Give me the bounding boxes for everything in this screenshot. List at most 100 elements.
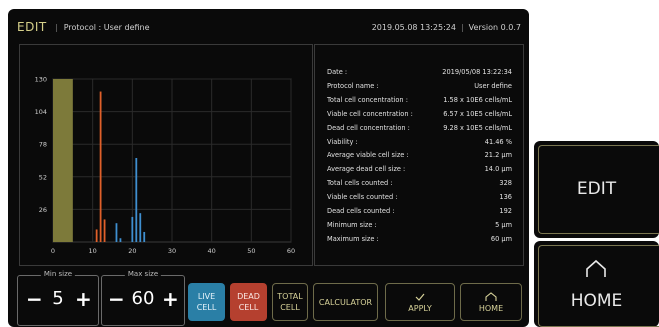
histogram-chart: 0 10 20 30 40 50 60 26 52 78 104 130	[35, 76, 296, 256]
result-value: 136	[499, 193, 512, 202]
side-home-icon	[586, 259, 606, 277]
header-status: 2019.05.08 13:25:24 | Version 0.0.7	[371, 23, 521, 32]
side-home-button[interactable]: HOME	[534, 241, 659, 327]
result-row: Viability : 41.46 %	[327, 138, 512, 150]
result-label: Viability :	[327, 137, 358, 146]
result-value: 328	[499, 179, 512, 188]
x-tick-label: 40	[208, 247, 216, 255]
x-tick-label: 50	[247, 247, 255, 255]
result-row: Dead cell concentration : 9.28 x 10E5 cel…	[327, 124, 512, 136]
y-tick-label: 52	[39, 173, 47, 181]
live-cell-bar	[131, 216, 134, 242]
result-label: Total cells counted :	[327, 179, 393, 188]
apply-button[interactable]: APPLY	[385, 283, 455, 321]
check-icon	[415, 293, 425, 301]
max-size-decrement-button[interactable]: −	[108, 289, 125, 309]
min-size-increment-button[interactable]: +	[75, 289, 92, 309]
result-value: 21.2 µm	[484, 151, 512, 160]
y-tick-label: 104	[35, 108, 47, 116]
result-value: 2019/05/08 13:22:34	[442, 68, 512, 76]
result-label: Dead cell concentration :	[327, 123, 410, 132]
y-tick-label: 130	[35, 76, 47, 84]
result-label: Maximum size :	[327, 234, 379, 243]
live-cell-bar	[115, 223, 118, 242]
result-value: 192	[499, 207, 512, 215]
result-label: Average dead cell size :	[327, 165, 406, 174]
dead-cell-button[interactable]: DEAD CELL	[230, 283, 267, 321]
live-cell-bar	[139, 213, 142, 242]
x-tick-label: 60	[287, 247, 295, 255]
live-cell-label-1: LIVE	[197, 292, 216, 301]
live-cell-label-2: CELL	[196, 303, 217, 312]
y-tick-label: 78	[39, 141, 47, 149]
result-row: Average dead cell size : 14.0 µm	[327, 165, 512, 177]
result-label: Dead cells counted :	[327, 207, 395, 215]
result-row: Total cells counted : 328	[327, 179, 512, 191]
home-label: HOME	[478, 303, 504, 313]
result-row: Protocol name : User define	[327, 82, 512, 94]
result-value: User define	[474, 81, 512, 90]
total-cell-label-1: TOTAL	[277, 292, 303, 301]
side-home-label: HOME	[570, 291, 623, 311]
result-value: 9.28 x 10E5 cells/mL	[443, 123, 512, 132]
result-value: 60 µm	[490, 234, 512, 243]
y-tick-label: 26	[39, 206, 47, 214]
result-value: 14.0 µm	[484, 165, 512, 174]
result-row: Average viable cell size : 21.2 µm	[327, 151, 512, 163]
side-home-frame	[538, 245, 659, 327]
result-row: Maximum size : 60 µm	[327, 235, 512, 247]
min-size-label: Min size	[40, 270, 76, 278]
max-size-increment-button[interactable]: +	[162, 289, 179, 309]
header-bar: EDIT | Protocol : User define 2019.05.08 …	[8, 9, 529, 46]
protocol-text: Protocol : User define	[63, 23, 150, 32]
apply-label: APPLY	[408, 303, 432, 313]
result-row: Minimum size : 5 µm	[327, 221, 512, 233]
total-cell-button[interactable]: TOTAL CELL	[272, 283, 308, 321]
calculator-button[interactable]: CALCULATOR	[313, 283, 378, 321]
min-size-value: 5	[52, 288, 64, 309]
x-tick-label: 0	[51, 247, 55, 255]
home-button[interactable]: HOME	[460, 283, 522, 321]
side-edit-button[interactable]: EDIT	[534, 141, 659, 238]
result-label: Viable cell concentration :	[327, 109, 413, 118]
min-size-stepper: Min size − 5 +	[17, 270, 99, 326]
result-label: Average viable cell size :	[327, 151, 409, 160]
x-tick-label: 20	[128, 247, 136, 255]
live-cell-bar	[119, 238, 122, 242]
result-row: Total cell concentration : 1.58 x 10E6 ce…	[327, 96, 512, 108]
result-label: Date :	[327, 68, 348, 76]
live-cell-button[interactable]: LIVE CELL	[188, 283, 225, 321]
dead-cell-label-2: CELL	[238, 303, 259, 312]
result-value: 41.46 %	[484, 137, 512, 146]
result-label: Minimum size :	[327, 220, 377, 229]
protocol-label: | Protocol : User define	[55, 23, 150, 32]
home-icon	[485, 291, 497, 301]
max-size-stepper: Max size − 60 +	[101, 270, 185, 326]
result-value: 1.58 x 10E6 cells/mL	[443, 95, 512, 104]
dead-cell-bar	[103, 219, 106, 242]
datetime: 2019.05.08 13:25:24	[371, 23, 456, 32]
result-value: 6.57 x 10E5 cells/mL	[443, 109, 512, 118]
histogram-panel: 0 10 20 30 40 50 60 26 52 78 104 130	[19, 44, 313, 266]
min-size-decrement-button[interactable]: −	[26, 289, 43, 309]
total-cell-bar	[53, 79, 73, 242]
result-label: Protocol name :	[327, 81, 379, 90]
x-tick-label: 30	[168, 247, 176, 255]
result-row: Viable cell concentration : 6.57 x 10E5 c…	[327, 110, 512, 122]
dead-cell-label-1: DEAD	[237, 292, 260, 301]
live-cell-bar	[143, 231, 146, 242]
dead-cell-bar	[99, 91, 102, 243]
result-value: 5 µm	[495, 220, 512, 229]
max-size-value: 60	[131, 288, 155, 309]
result-panel: Date : 2019/05/08 13:22:34 Protocol name :…	[314, 44, 524, 266]
dead-cell-bar	[95, 229, 98, 242]
result-row: Dead cells counted : 192	[327, 207, 512, 219]
max-size-label: Max size	[124, 270, 162, 278]
version: Version 0.0.7	[468, 23, 521, 32]
side-edit-label: EDIT	[576, 179, 617, 199]
result-row: Date : 2019/05/08 13:22:34	[327, 68, 512, 80]
mode-title: EDIT	[17, 20, 47, 34]
result-label: Total cell concentration :	[327, 95, 408, 104]
live-cell-bar	[135, 157, 138, 242]
x-tick-label: 10	[89, 247, 97, 255]
